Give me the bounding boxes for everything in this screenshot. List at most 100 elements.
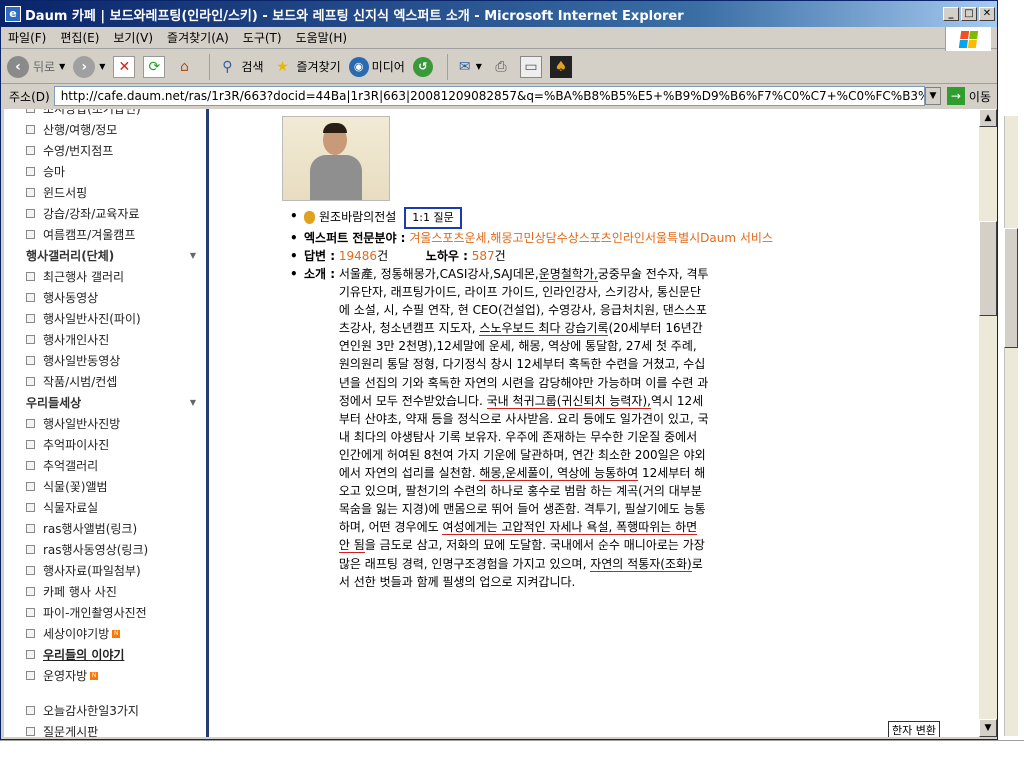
board-icon — [26, 146, 35, 155]
sidebar-item[interactable]: 산행/여행/정모 — [26, 119, 206, 140]
sidebar-item[interactable]: 오늘감사한일3가지 — [26, 700, 206, 721]
menu-help[interactable]: 도움말(H) — [289, 29, 355, 46]
sidebar-item[interactable]: 세상이야기방 N — [26, 623, 206, 644]
board-icon — [26, 167, 35, 176]
board-icon — [26, 706, 35, 715]
sidebar-item[interactable]: 행사일반사진(파이) — [26, 308, 206, 329]
sidebar-section-header[interactable]: 우리들세상 ▼ — [26, 392, 206, 413]
sidebar-item[interactable]: 행사자료(파일첨부) — [26, 560, 206, 581]
sidebar-item[interactable]: 우리들의 이야기 — [26, 644, 206, 665]
sidebar-item[interactable]: 최근행사 갤러리 — [26, 266, 206, 287]
profile-name[interactable]: 원조바람의전설 — [319, 210, 396, 224]
sidebar-gap — [26, 686, 206, 700]
chevron-down-icon[interactable]: ▼ — [190, 398, 196, 407]
home-button[interactable]: ⌂ — [173, 56, 195, 78]
sidebar-item-label: 오늘감사한일3가지 — [43, 704, 139, 718]
sidebar-item[interactable]: 윈드서핑 — [26, 182, 206, 203]
background-scroll-thumb — [1004, 228, 1018, 348]
board-icon — [26, 524, 35, 533]
sidebar-item[interactable]: 카페 행사 사진 — [26, 581, 206, 602]
profile-panel: 원조바람의전설 1:1 질문 엑스퍼트 전문분야 : 겨울스포츠운세,해몽고민상담… — [212, 109, 979, 737]
chevron-down-icon[interactable]: ▼ — [190, 251, 196, 260]
sidebar-item[interactable]: 식물(꽃)앨범 — [26, 476, 206, 497]
menu-view[interactable]: 보기(V) — [106, 29, 160, 46]
expert-field-value[interactable]: 겨울스포츠운세,해몽고민상담수상스포츠인라인서울특별시Daum 서비스 — [409, 231, 773, 245]
address-dropdown-button[interactable]: ▼ — [924, 87, 941, 105]
edit-button[interactable]: ▭ — [519, 55, 542, 78]
menu-file[interactable]: 파일(F) — [1, 29, 53, 46]
sidebar-item[interactable]: 강습/강좌/교육자료 — [26, 203, 206, 224]
board-icon — [26, 650, 35, 659]
maximize-button[interactable]: □ — [961, 7, 977, 21]
answers-label: 답변 : — [304, 249, 336, 263]
close-button[interactable]: ✕ — [979, 7, 995, 21]
media-button[interactable]: ◉ 미디어 — [348, 56, 405, 77]
home-icon: ⌂ — [179, 58, 189, 75]
minimize-button[interactable]: _ — [943, 7, 959, 21]
knowhow-value: 587 — [471, 249, 495, 263]
messenger-button[interactable]: ♠ — [549, 55, 572, 78]
board-icon — [26, 587, 35, 596]
board-icon — [26, 629, 35, 638]
sidebar-section-header[interactable]: 행사갤러리(단체) ▼ — [26, 245, 206, 266]
sidebar-item[interactable]: 작품/시범/컨셉 — [26, 371, 206, 392]
menu-favorites[interactable]: 즐겨찾기(A) — [160, 29, 236, 46]
question-button[interactable]: 1:1 질문 — [404, 207, 462, 229]
background-scrollbar — [1004, 116, 1018, 736]
sidebar-item[interactable]: 수영/번지점프 — [26, 140, 206, 161]
stop-button[interactable]: ✕ — [113, 55, 136, 78]
menu-bar: 파일(F) 편집(E) 보기(V) 즐겨찾기(A) 도구(T) 도움말(H) — [1, 27, 997, 49]
board-icon — [26, 608, 35, 617]
profile-list: 원조바람의전설 1:1 질문 엑스퍼트 전문분야 : 겨울스포츠운세,해몽고민상담… — [290, 207, 864, 591]
board-icon — [26, 230, 35, 239]
sidebar-item-label: 윈드서핑 — [43, 186, 88, 200]
sidebar-item[interactable]: 행사일반사진방 — [26, 413, 206, 434]
intro-underlined: 자연의 적통자(조화) — [590, 556, 692, 572]
sidebar-item[interactable]: 행사동영상 — [26, 287, 206, 308]
mail-icon: ✉ — [458, 58, 471, 75]
new-badge-icon: N — [90, 671, 99, 680]
refresh-icon: ⟳ — [143, 55, 166, 78]
sidebar-item[interactable]: 행사개인사진 — [26, 329, 206, 350]
print-button[interactable]: ⎙ — [490, 56, 512, 78]
menu-tools[interactable]: 도구(T) — [236, 29, 289, 46]
address-input[interactable]: http://cafe.daum.net/ras/1r3R/663?docid=… — [53, 86, 925, 106]
forward-button[interactable]: › ▼ — [73, 55, 105, 78]
board-icon — [26, 671, 35, 680]
sidebar-item[interactable]: 파이-개인촬영사진전 — [26, 602, 206, 623]
go-button[interactable]: → 이동 — [941, 87, 997, 105]
intro-underlined: 스노우보드 최다 강습기록 — [479, 321, 609, 337]
back-button[interactable]: ‹ 뒤로 ▼ — [7, 55, 65, 78]
favorites-button[interactable]: ★ 즐겨찾기 — [272, 56, 340, 78]
scroll-up-icon[interactable]: ▲ — [979, 109, 997, 127]
scroll-down-icon[interactable]: ▼ — [979, 719, 997, 737]
sidebar-item[interactable]: 추억갤러리 — [26, 455, 206, 476]
board-icon — [26, 356, 35, 365]
sidebar-item[interactable]: 추억파이사진 — [26, 434, 206, 455]
refresh-button[interactable]: ⟳ — [143, 55, 166, 78]
board-icon — [26, 188, 35, 197]
sidebar-item[interactable]: ras행사앨범(링크) — [26, 518, 206, 539]
board-icon — [26, 335, 35, 344]
scroll-thumb[interactable] — [979, 221, 997, 316]
sidebar-item[interactable]: 승마 — [26, 161, 206, 182]
vertical-scrollbar[interactable]: ▲ ▼ — [979, 109, 997, 737]
sidebar-item[interactable]: ras행사동영상(링크) — [26, 539, 206, 560]
hanja-convert-button[interactable]: 한자 변환 — [888, 721, 940, 737]
history-button[interactable]: ↺ — [412, 56, 433, 77]
search-icon: ⚲ — [222, 58, 233, 75]
go-arrow-icon: → — [946, 87, 965, 105]
search-button[interactable]: ⚲ 검색 — [216, 56, 263, 78]
sidebar-item[interactable]: 행사일반동영상 — [26, 350, 206, 371]
knowhow-unit: 건 — [494, 249, 506, 263]
sidebar-item[interactable]: 운영자방 N — [26, 665, 206, 686]
sidebar-item[interactable]: 식물자료실 — [26, 497, 206, 518]
sidebar-item[interactable]: 여름캠프/겨울캠프 — [26, 224, 206, 245]
menu-edit[interactable]: 편집(E) — [53, 29, 106, 46]
board-icon — [26, 125, 35, 134]
sidebar-item[interactable]: 초지방답(초기답변) — [26, 109, 206, 119]
sidebar-item[interactable]: 질문게시판 — [26, 721, 206, 737]
board-icon — [26, 566, 35, 575]
intro-segment: 서울產, 정통해몽가,CASI강사,SAJ데몬, — [338, 267, 539, 281]
mail-button[interactable]: ✉ ▼ — [454, 56, 482, 78]
